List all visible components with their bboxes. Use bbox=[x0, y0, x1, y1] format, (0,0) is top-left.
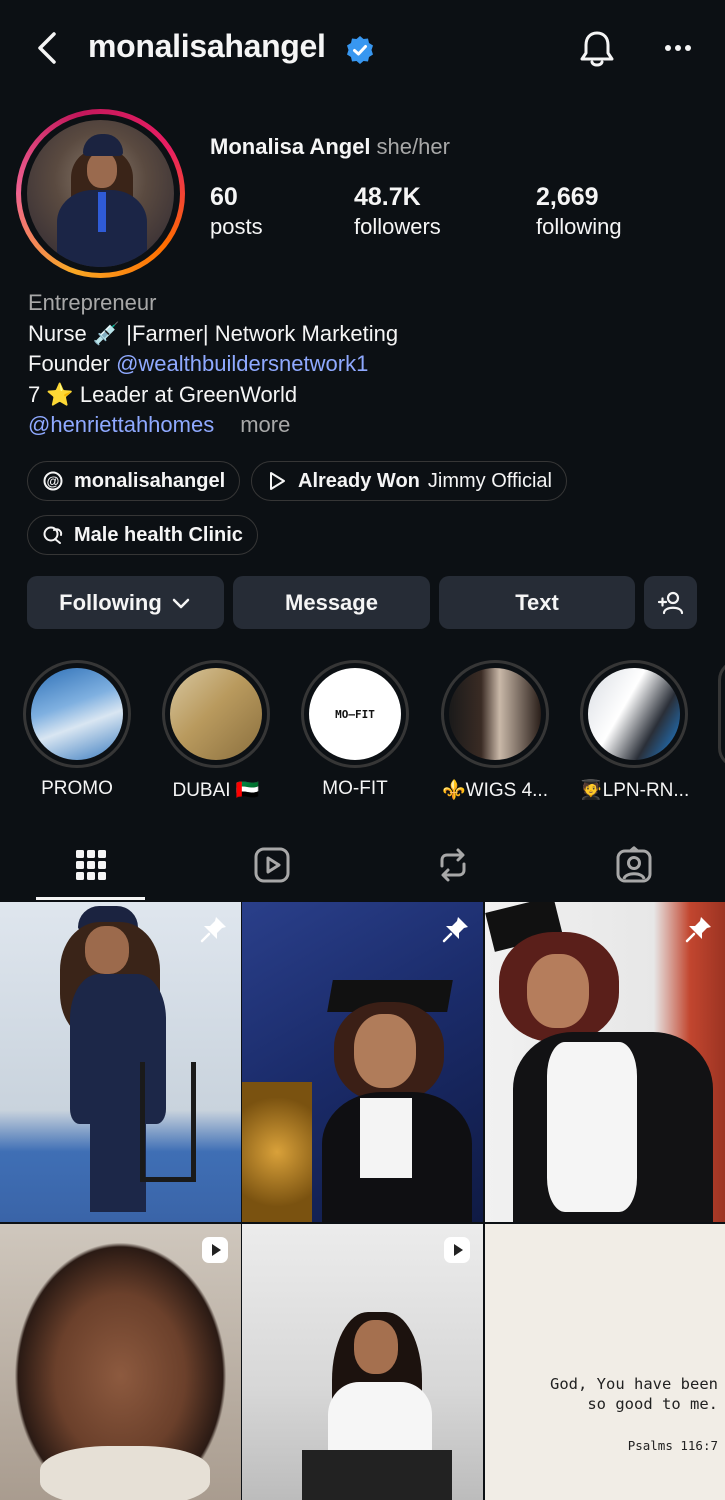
broadcast-channel-chip[interactable]: Male health Clinic bbox=[27, 515, 258, 555]
profile-username: monalisahangel bbox=[88, 28, 326, 64]
mo-fit-logo: MO—FIT bbox=[335, 707, 375, 721]
back-arrow-icon[interactable] bbox=[30, 28, 66, 68]
pronouns: she/her bbox=[376, 134, 450, 159]
profile-music-chip[interactable]: Already Won Jimmy Official bbox=[251, 461, 567, 501]
add-person-icon bbox=[657, 591, 683, 614]
highlight-lpn-rn[interactable]: 🧑‍🎓LPN-RN... bbox=[579, 660, 689, 802]
threads-profile-chip[interactable]: @ monalisahangel bbox=[27, 461, 241, 501]
highlight-promo[interactable]: PROMO bbox=[22, 660, 132, 800]
followers-label: followers bbox=[354, 214, 441, 239]
post-tile[interactable] bbox=[0, 902, 241, 1222]
posts-grid: God, You have been so good to me. Psalms… bbox=[0, 902, 725, 1500]
bio-line-3: 7 ⭐ Leader at GreenWorld bbox=[28, 381, 298, 407]
reels-icon bbox=[254, 847, 290, 883]
reel-icon bbox=[444, 1237, 470, 1263]
pin-icon bbox=[200, 917, 226, 943]
bio-line-2: Founder @wealthbuildersnetwork1 bbox=[28, 349, 708, 380]
reel-icon bbox=[202, 1237, 228, 1263]
verified-badge-icon bbox=[347, 36, 373, 64]
message-button[interactable]: Message bbox=[233, 576, 430, 629]
bell-icon[interactable] bbox=[577, 28, 617, 70]
music-title: Already Won bbox=[298, 469, 420, 492]
display-name: Monalisa Angel she/her bbox=[210, 134, 450, 160]
bio-line-1: Nurse 💉 |Farmer| Network Marketing bbox=[28, 320, 399, 346]
highlight-label: 🧑‍🎓LPN-RN... bbox=[579, 780, 690, 801]
posts-count: 60 bbox=[210, 183, 238, 211]
highlight-wigs-thumbnail bbox=[449, 668, 541, 760]
posts-label: posts bbox=[210, 214, 263, 239]
quote-reference: Psalms 116:7 bbox=[627, 1438, 718, 1453]
display-name-text: Monalisa Angel bbox=[210, 134, 371, 159]
threads-handle: monalisahangel bbox=[74, 469, 226, 492]
bio-line-4: @henriettahhomes more bbox=[28, 410, 708, 441]
bio-more-link[interactable]: more bbox=[240, 412, 290, 437]
tagged-tab[interactable] bbox=[579, 835, 689, 895]
post-tile[interactable] bbox=[485, 902, 725, 1222]
following-count: 2,669 bbox=[536, 183, 599, 211]
profile-avatar-story-ring[interactable] bbox=[16, 109, 185, 278]
following-label: Following bbox=[59, 589, 162, 615]
following-label: following bbox=[536, 214, 622, 239]
highlight-next-partial[interactable] bbox=[718, 660, 725, 768]
threads-icon: @ bbox=[43, 471, 63, 491]
following-stat[interactable]: 2,669 following bbox=[536, 182, 622, 242]
highlight-promo-thumbnail bbox=[31, 668, 123, 760]
svg-text:@: @ bbox=[47, 474, 60, 489]
post-tile[interactable] bbox=[242, 902, 483, 1222]
suggested-users-button[interactable] bbox=[644, 576, 697, 629]
top-bar: monalisahangel bbox=[0, 0, 725, 100]
followers-count: 48.7K bbox=[354, 183, 421, 211]
post-tile[interactable] bbox=[0, 1224, 241, 1500]
reposts-tab[interactable] bbox=[398, 835, 508, 895]
highlight-lpn-rn-thumbnail bbox=[588, 668, 680, 760]
highlight-dubai-thumbnail bbox=[170, 668, 262, 760]
grid-tab[interactable] bbox=[36, 835, 146, 895]
mention-henriettahhomes-link[interactable]: @henriettahhomes bbox=[28, 412, 214, 437]
text-button[interactable]: Text bbox=[439, 576, 635, 629]
highlight-label: PROMO bbox=[41, 778, 113, 799]
pin-icon bbox=[685, 917, 711, 943]
highlight-mo-fit[interactable]: MO—FIT MO-FIT bbox=[300, 660, 410, 800]
posts-stat[interactable]: 60 posts bbox=[210, 182, 263, 242]
post-image: God, You have been so good to me. Psalms… bbox=[485, 1224, 725, 1500]
profile-content-tabs bbox=[0, 835, 725, 901]
tagged-person-icon bbox=[616, 846, 652, 883]
following-button[interactable]: Following bbox=[27, 576, 224, 629]
highlight-label: ⚜️WIGS 4... bbox=[441, 780, 548, 801]
avatar bbox=[27, 120, 174, 267]
grid-icon bbox=[76, 850, 106, 880]
music-artist: Jimmy Official bbox=[427, 469, 552, 492]
quote-text: God, You have been so good to me. bbox=[550, 1375, 718, 1413]
text-label: Text bbox=[515, 589, 559, 615]
highlight-wigs[interactable]: ⚜️WIGS 4... bbox=[440, 660, 550, 802]
repost-icon bbox=[440, 848, 466, 882]
bio-category: Entrepreneur bbox=[28, 290, 157, 315]
followers-stat[interactable]: 48.7K followers bbox=[354, 182, 441, 242]
highlight-dubai[interactable]: DUBAI 🇦🇪 bbox=[161, 660, 271, 802]
profile-bio: Entrepreneur Nurse 💉 |Farmer| Network Ma… bbox=[28, 288, 708, 441]
highlight-label: MO-FIT bbox=[322, 778, 388, 799]
play-icon bbox=[270, 472, 285, 490]
bio-founder-text: Founder bbox=[28, 351, 117, 376]
channel-name: Male health Clinic bbox=[74, 523, 243, 546]
highlight-mo-fit-thumbnail: MO—FIT bbox=[309, 668, 401, 760]
channel-icon bbox=[43, 526, 63, 544]
message-label: Message bbox=[285, 589, 378, 615]
reels-tab[interactable] bbox=[217, 835, 327, 895]
more-options-icon[interactable] bbox=[660, 36, 696, 60]
active-tab-indicator bbox=[36, 897, 145, 900]
mention-wealthbuilders-link[interactable]: @wealthbuildersnetwork1 bbox=[116, 351, 368, 376]
chevron-down-icon bbox=[172, 598, 190, 608]
pin-icon bbox=[442, 917, 468, 943]
highlight-label: DUBAI 🇦🇪 bbox=[172, 780, 260, 801]
post-tile[interactable]: God, You have been so good to me. Psalms… bbox=[485, 1224, 725, 1500]
post-tile[interactable] bbox=[242, 1224, 483, 1500]
